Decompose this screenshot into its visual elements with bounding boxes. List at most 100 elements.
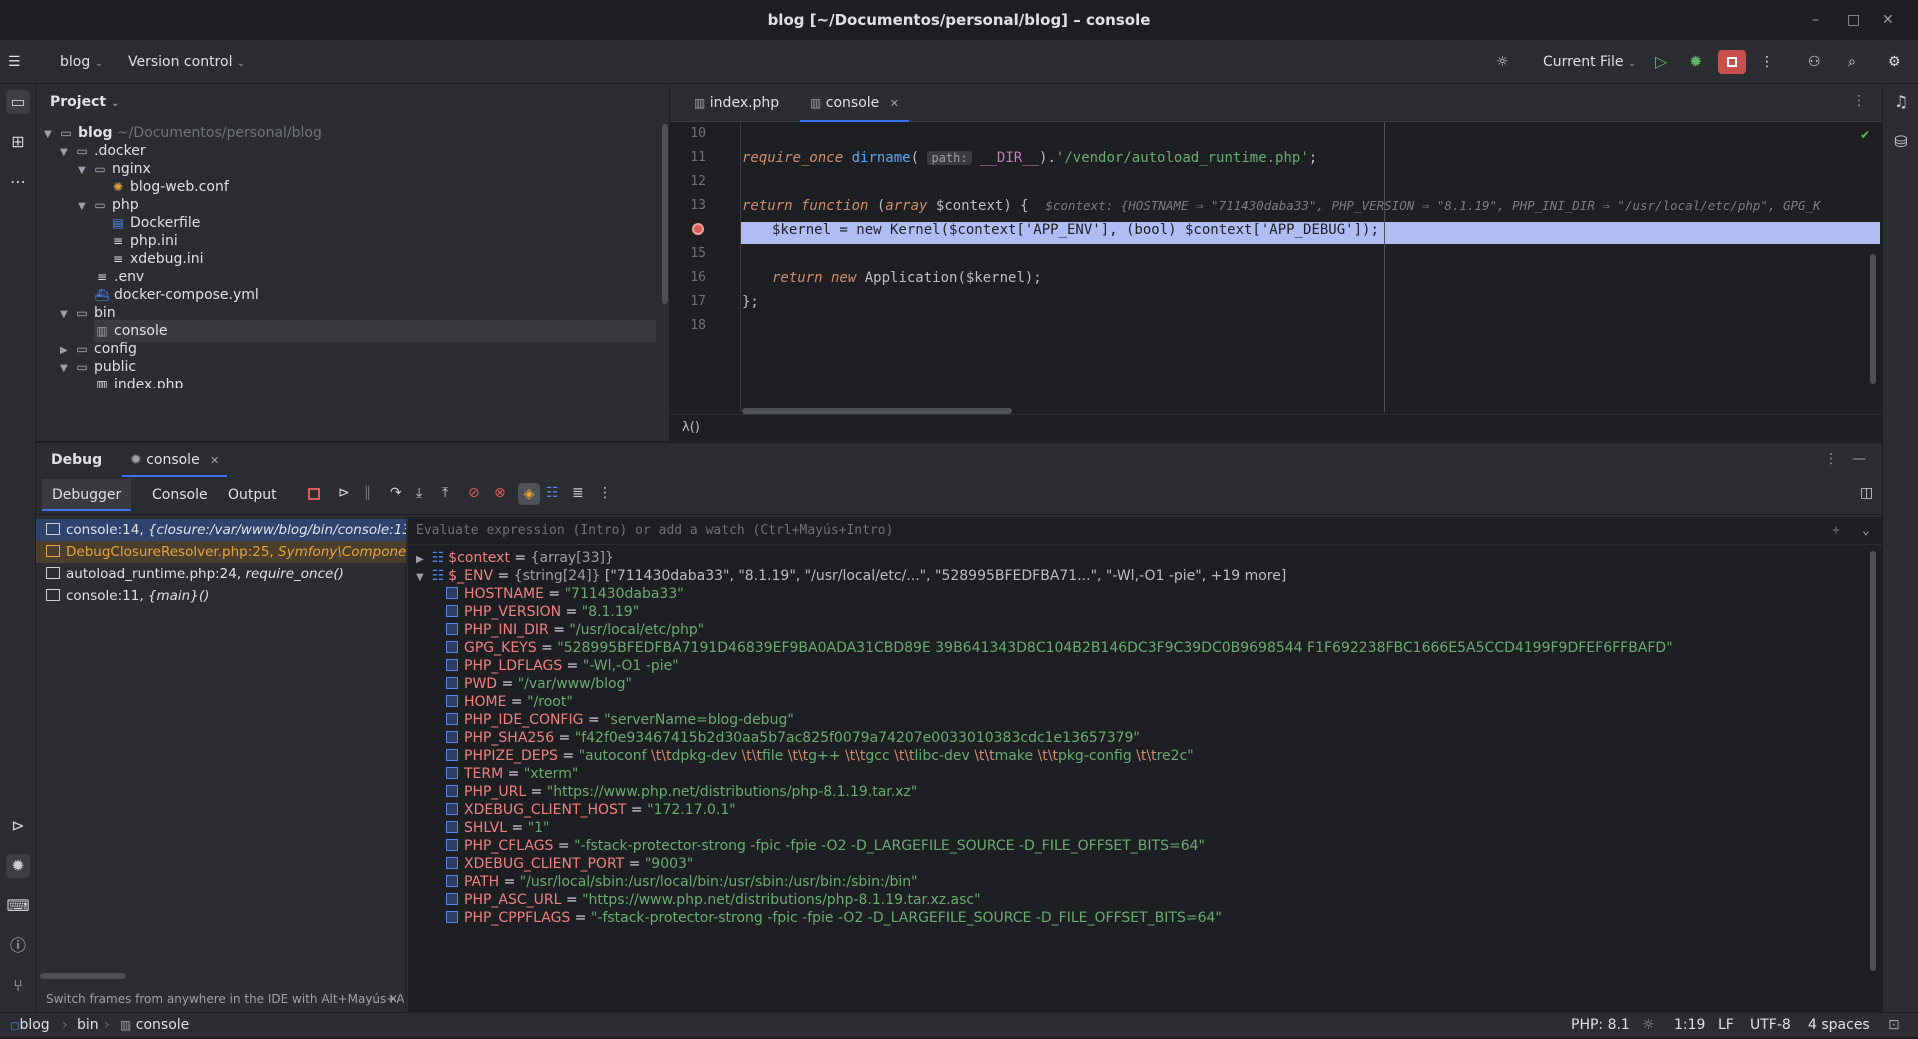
minimize-icon[interactable]: – (1812, 0, 1819, 40)
frame-item[interactable]: DebugClosureResolver.php:25, Symfony\Com… (36, 541, 406, 563)
env-key: PHP_LDFLAGS (464, 658, 563, 674)
folder-icon[interactable]: ▭ (6, 90, 30, 114)
line-separator[interactable]: LF (1718, 1013, 1734, 1037)
break-on-first-line-icon[interactable]: ◈ (518, 483, 540, 505)
notifications-icon[interactable]: ♫ (1889, 90, 1913, 114)
env-value: "528995BFEDFBA7191D46839EF9BA0ADA31CBD89… (557, 640, 1673, 656)
debug-status-icon[interactable]: ☼ (1642, 1013, 1655, 1037)
layout-icon[interactable]: ◫ (1860, 485, 1873, 501)
frame-item[interactable]: console:11, {main}() (36, 585, 406, 607)
var-name: $_ENV (448, 568, 494, 584)
editor-more-icon[interactable]: ⋮ (1852, 93, 1866, 109)
php-version[interactable]: PHP: 8.1 (1571, 1013, 1630, 1037)
main-menu-icon[interactable]: ☰ (8, 40, 21, 84)
more-actions-icon[interactable]: ⋮ (1760, 40, 1774, 84)
frames-scrollbar[interactable] (40, 973, 126, 979)
editor-breadcrumb[interactable]: λ() (670, 414, 1882, 441)
project-panel-header[interactable]: Project ⌄ (36, 84, 669, 120)
debug-tool-icon[interactable]: ✹ (6, 854, 30, 878)
file-encoding[interactable]: UTF-8 (1750, 1013, 1791, 1037)
step-into-icon[interactable]: ⤓ (416, 485, 422, 501)
tab-debugger[interactable]: Debugger (42, 479, 132, 511)
session-label: console (146, 452, 200, 468)
env-value: "/var/www/blog" (517, 676, 632, 692)
more-tools-icon[interactable]: ⋯ (6, 170, 30, 194)
git-icon[interactable]: ⑂ (6, 974, 30, 998)
tree-label: php.ini (130, 233, 178, 249)
debug-icon[interactable]: ✹ (1689, 40, 1702, 84)
escape-sequence: \t\t (894, 748, 915, 764)
caret-position[interactable]: 1:19 (1674, 1013, 1705, 1037)
vcs-menu[interactable]: Version control ⌄ (128, 40, 245, 84)
terminal-icon[interactable]: ⌨ (6, 894, 30, 918)
project-scrollbar[interactable] (662, 124, 668, 304)
readonly-lock-icon[interactable]: ⊡ (1888, 1013, 1900, 1037)
tab-index-php[interactable]: ▥ index.php (684, 84, 789, 122)
pause-icon[interactable]: ‖ (364, 485, 371, 501)
stop-debug-icon[interactable] (308, 488, 320, 500)
code-line-16[interactable]: return new Application($kernel); (772, 270, 1042, 286)
breadcrumb-blog[interactable]: ▢blog (10, 1013, 50, 1039)
run-icon[interactable]: ▷ (1655, 40, 1667, 84)
frame-icon (46, 545, 60, 557)
view-breakpoints-icon[interactable]: ⊘ (468, 485, 480, 501)
watch-input[interactable]: Evaluate expression (Intro) or add a wat… (408, 517, 1882, 545)
add-user-icon[interactable]: ⚇ (1808, 40, 1821, 84)
code-line-11[interactable]: require_once dirname( path: __DIR__).'/v… (742, 150, 1317, 166)
stack-frames-icon[interactable]: ☷ (546, 485, 559, 501)
search-icon[interactable]: ⌕ (1848, 40, 1856, 84)
tab-output[interactable]: Output (218, 479, 287, 511)
debug-session-tab[interactable]: ✹ console ✕ (122, 443, 228, 477)
string-value-icon (446, 785, 458, 797)
database-icon[interactable]: ⛁ (1889, 130, 1913, 154)
close-hint-icon[interactable]: ✕ (388, 987, 398, 1011)
maximize-icon[interactable]: □ (1847, 0, 1860, 40)
tab-console[interactable]: ▥ console ✕ (800, 84, 909, 122)
services-icon[interactable]: ⊳ (6, 814, 30, 838)
tree-item-index-php[interactable]: ▥ index.php (94, 374, 183, 388)
tree-item-console[interactable]: ▥ console (94, 320, 656, 342)
debug-panel-title: Debug (51, 452, 103, 468)
breakpoint-icon[interactable] (692, 223, 704, 235)
frame-item[interactable]: console:14, {closure:/var/www/blog/bin/c… (36, 519, 406, 541)
breadcrumb-bin[interactable]: bin (77, 1013, 99, 1037)
run-config-selector[interactable]: Current File ⌄ (1543, 40, 1636, 84)
add-watch-icon[interactable]: + (1832, 517, 1840, 545)
settings-list-icon[interactable]: ≣ (572, 485, 584, 501)
close-tab-icon[interactable]: ✕ (890, 97, 899, 110)
settings-gear-icon[interactable]: ⚙ (1888, 40, 1901, 84)
editor-v-scrollbar[interactable] (1870, 254, 1876, 384)
root-name: blog (78, 125, 113, 141)
structure-icon[interactable]: ⊞ (6, 130, 30, 154)
tree-label: nginx (112, 161, 151, 177)
stop-button[interactable] (1718, 50, 1746, 74)
debug-more-icon[interactable]: ⋮ (1824, 451, 1838, 467)
problems-icon[interactable]: ⓘ (6, 934, 30, 958)
env-key: PHPIZE_DEPS (464, 748, 558, 764)
tree-item-docker-compose[interactable]: ⛴ docker-compose.yml (94, 284, 258, 306)
code-line-17[interactable]: }; (742, 294, 759, 310)
debug-toolbar-more-icon[interactable]: ⋮ (598, 485, 612, 501)
indent-setting[interactable]: 4 spaces (1808, 1013, 1870, 1037)
var-type: {array[33]} (530, 550, 614, 566)
step-over-icon[interactable]: ↷ (390, 485, 402, 501)
breadcrumb-console[interactable]: ▥ console (120, 1013, 189, 1037)
tab-label: index.php (709, 95, 780, 111)
frame-item[interactable]: autoload_runtime.php:24, require_once() (36, 563, 406, 585)
chevron-down-icon[interactable]: ⌄ (1862, 517, 1870, 545)
project-switcher[interactable]: blog ⌄ (60, 40, 103, 84)
vars-scrollbar[interactable] (1870, 551, 1876, 971)
close-tab-icon[interactable]: ✕ (210, 454, 219, 467)
resume-icon[interactable]: ⊳ (338, 485, 350, 501)
close-icon[interactable]: ✕ (1882, 0, 1894, 40)
string-value-icon (446, 587, 458, 599)
step-out-icon[interactable]: ⤒ (442, 485, 448, 501)
mute-breakpoints-icon[interactable]: ⊗ (494, 485, 506, 501)
code-line-14[interactable]: $kernel = new Kernel($context['APP_ENV']… (772, 222, 1379, 238)
tab-console[interactable]: Console (142, 479, 218, 511)
debug-listen-icon[interactable]: ☼ (1496, 40, 1509, 84)
code-line-13[interactable]: return function (array $context) { $cont… (742, 198, 1821, 214)
tree-label: .env (114, 269, 145, 285)
env-entry[interactable]: PHP_CPPFLAGS = "-fstack-protector-strong… (446, 907, 1222, 929)
minimize-panel-icon[interactable]: — (1852, 451, 1866, 467)
